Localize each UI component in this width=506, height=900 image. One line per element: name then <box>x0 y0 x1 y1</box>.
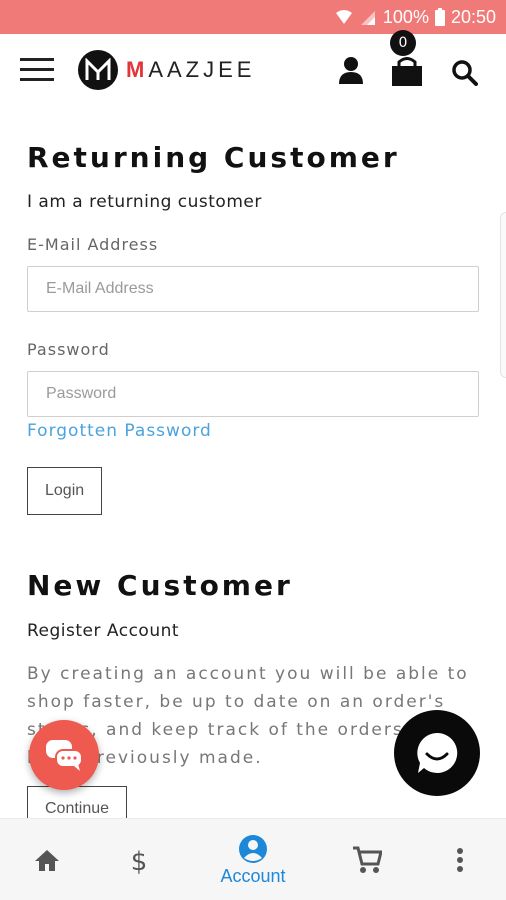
forgotten-password-link[interactable]: Forgotten Password <box>27 421 212 441</box>
cart-count-badge: 0 <box>390 30 416 56</box>
nav-more[interactable] <box>452 819 468 900</box>
nav-cart[interactable] <box>350 819 384 900</box>
password-label: Password <box>27 340 110 359</box>
hamburger-menu-icon[interactable] <box>20 54 54 86</box>
returning-customer-subtitle: I am a returning customer <box>27 192 262 212</box>
search-icon[interactable] <box>452 60 478 86</box>
email-input[interactable] <box>27 266 479 312</box>
status-bar: 100% 20:50 <box>0 0 506 34</box>
logo-text-rest: AAZJEE <box>148 57 256 82</box>
chat-bubbles-icon <box>46 740 83 771</box>
nav-home[interactable] <box>28 819 66 900</box>
dollar-icon: $ <box>131 847 148 875</box>
password-input[interactable] <box>27 371 479 417</box>
app-header: M AAZJEE 0 <box>0 30 506 108</box>
svg-text:$: $ <box>131 847 148 875</box>
bottom-nav: $ Account <box>0 818 506 900</box>
register-account-subtitle: Register Account <box>27 621 180 641</box>
returning-customer-title: Returning Customer <box>27 141 400 174</box>
description-line: By creating an account you will be able … <box>27 664 469 684</box>
cart-icon <box>353 846 382 873</box>
user-icon[interactable] <box>338 56 364 86</box>
live-chat-button[interactable] <box>29 720 99 790</box>
battery-icon <box>434 8 445 26</box>
login-button[interactable]: Login <box>27 467 103 515</box>
chat-bubble-icon <box>417 732 458 773</box>
email-label: E-Mail Address <box>27 235 159 254</box>
account-circle-icon <box>239 834 267 863</box>
shopping-bag-icon[interactable] <box>390 56 424 86</box>
scroll-indicator[interactable] <box>500 212 506 378</box>
new-customer-title: New Customer <box>27 569 293 602</box>
logo-text: M AAZJEE <box>126 57 255 83</box>
description-line: shop faster, be up to date on an order's <box>27 692 446 712</box>
battery-percent: 100% <box>382 6 429 27</box>
nav-account-label: Account <box>220 865 286 886</box>
more-vertical-icon <box>457 848 463 872</box>
logo-text-accent: M <box>126 57 149 82</box>
logo-mark <box>78 50 118 90</box>
messenger-chat-button[interactable] <box>394 710 480 796</box>
signal-icon <box>360 11 375 25</box>
status-time: 20:50 <box>450 6 496 27</box>
brand-logo[interactable]: M AAZJEE <box>78 50 255 90</box>
nav-currency[interactable]: $ <box>124 819 154 900</box>
home-icon <box>35 850 59 871</box>
nav-account[interactable]: Account <box>213 819 293 900</box>
wifi-icon <box>335 10 352 24</box>
